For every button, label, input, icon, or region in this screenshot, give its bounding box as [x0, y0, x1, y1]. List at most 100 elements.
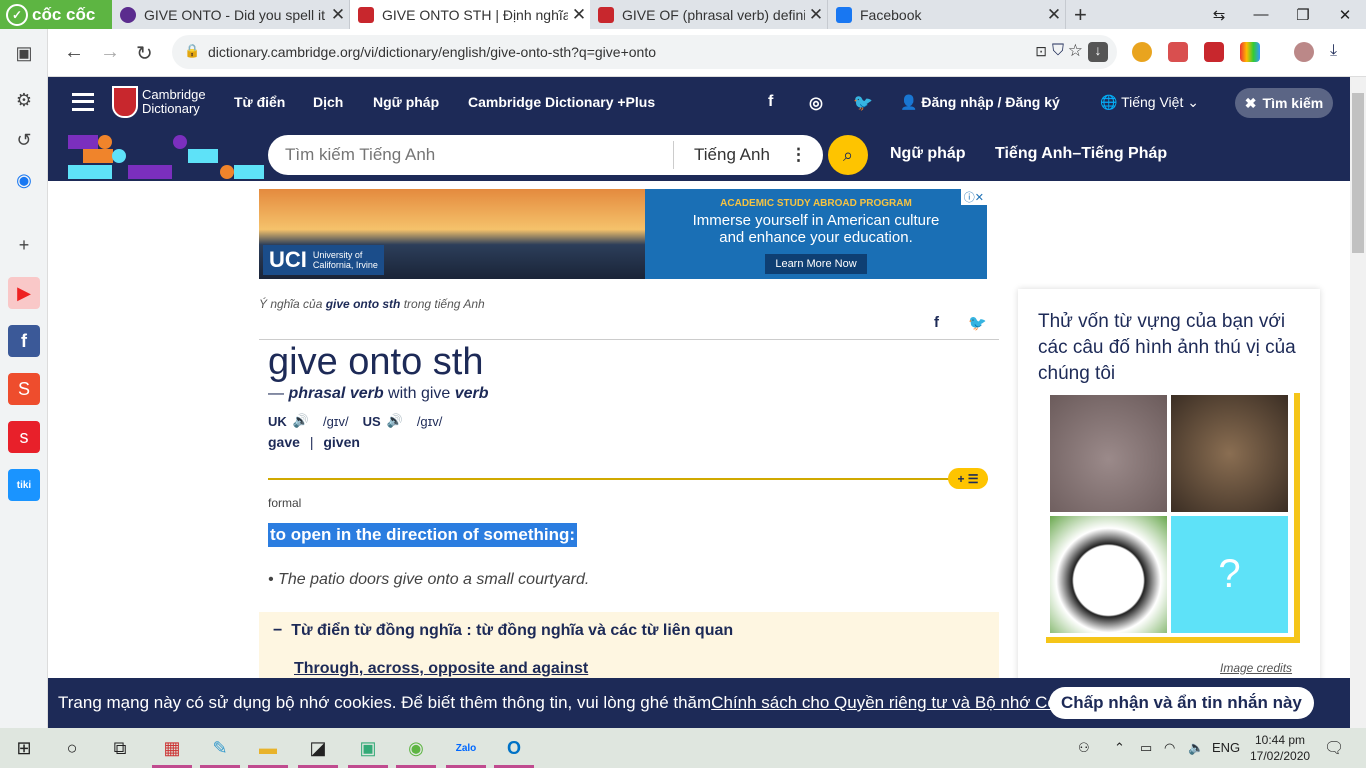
instagram-icon[interactable]: ◎: [809, 93, 823, 113]
url-field[interactable]: 🔒 dictionary.cambridge.org/vi/dictionary…: [172, 35, 1117, 69]
scrollbar-thumb[interactable]: [1352, 93, 1364, 253]
browser-brand[interactable]: ✓ cốc cốc: [0, 0, 112, 29]
facebook-share-icon[interactable]: f: [934, 314, 939, 331]
panda-image[interactable]: [1050, 516, 1167, 633]
hippo-image[interactable]: [1050, 395, 1167, 512]
pos-verb-link[interactable]: verb: [455, 385, 489, 402]
search-language-select[interactable]: Tiếng Anh ⋮: [673, 141, 823, 169]
twitter-share-icon[interactable]: 🐦: [968, 314, 987, 332]
twitter-icon[interactable]: 🐦: [853, 93, 873, 113]
collapse-icon: −: [273, 622, 292, 639]
shield-icon[interactable]: ⛉: [1052, 42, 1072, 62]
tab-menu-icon[interactable]: ⇆: [1198, 0, 1240, 29]
close-search-button[interactable]: ✖ Tìm kiếm: [1235, 88, 1333, 118]
english-french-link[interactable]: Tiếng Anh–Tiếng Pháp: [995, 145, 1167, 163]
close-tab-icon[interactable]: ✕: [568, 5, 590, 25]
people-icon[interactable]: ⚇: [1078, 740, 1090, 756]
tray-chevron-icon[interactable]: ⌃: [1114, 740, 1125, 756]
cookie-text: Trang mạng này có sử dụng bộ nhớ cookies…: [58, 693, 712, 712]
add-to-list-button[interactable]: + ☰: [948, 468, 988, 489]
tab-1[interactable]: GIVE ONTO - Did you spell it ✕: [112, 0, 350, 29]
image-credits-link[interactable]: Image credits: [1220, 661, 1292, 675]
close-window-icon[interactable]: ✕: [1324, 0, 1366, 29]
nav-grammar[interactable]: Ngữ pháp: [373, 94, 439, 110]
extension-1-icon[interactable]: [1132, 42, 1152, 62]
search-circle-icon[interactable]: ○: [58, 734, 86, 762]
new-tab-icon[interactable]: +: [1074, 2, 1087, 28]
pos-label: phrasal verb: [288, 385, 384, 402]
app-1-icon[interactable]: ▦: [158, 734, 186, 762]
settings-icon[interactable]: ⚙: [8, 84, 40, 116]
ad-learn-more-button[interactable]: Learn More Now: [765, 254, 867, 274]
back-icon[interactable]: ←: [64, 41, 84, 64]
us-audio-icon[interactable]: 🔊: [387, 413, 403, 429]
zalo-icon[interactable]: Zalo: [452, 734, 480, 762]
sendo-icon[interactable]: s: [8, 421, 40, 453]
file-explorer-icon[interactable]: ▬: [254, 734, 282, 762]
app-2-icon[interactable]: ✎: [206, 734, 234, 762]
search-input[interactable]: [268, 145, 673, 165]
close-tab-icon[interactable]: ✕: [327, 5, 349, 25]
tiki-icon[interactable]: tiki: [8, 469, 40, 501]
sidebar-toggle-icon[interactable]: ▣: [8, 37, 40, 69]
login-link[interactable]: 👤 Đăng nhập / Đăng ký: [900, 94, 1060, 111]
thesaurus-header[interactable]: − Từ điển từ đồng nghĩa : từ đồng nghĩa …: [273, 622, 733, 640]
thesaurus-link[interactable]: Through, across, opposite and against: [294, 660, 588, 678]
translate-icon[interactable]: ⊡: [1035, 43, 1047, 60]
extension-4-icon[interactable]: [1240, 42, 1260, 62]
app-3-icon[interactable]: ◪: [304, 734, 332, 762]
accept-cookies-button[interactable]: Chấp nhận và ẩn tin nhắn này: [1049, 687, 1314, 719]
seal-image[interactable]: [1171, 395, 1288, 512]
facebook-icon[interactable]: f: [8, 325, 40, 357]
quiz-title: Thử vốn từ vựng của bạn với các câu đố h…: [1038, 311, 1296, 384]
downloads-icon[interactable]: ⤓: [1330, 42, 1350, 62]
uk-audio-icon[interactable]: 🔊: [293, 413, 309, 429]
tab-favicon-icon: [598, 6, 614, 23]
question-mark-icon[interactable]: ?: [1171, 516, 1288, 633]
close-tab-icon[interactable]: ✕: [805, 5, 827, 25]
forward-icon[interactable]: →: [100, 41, 120, 64]
cookie-policy-link[interactable]: Chính sách cho Quyền riêng tư và Bộ nhớ …: [711, 693, 1096, 713]
coccoc-taskbar-icon[interactable]: ◉: [402, 734, 430, 762]
quiz-image-grid[interactable]: ?: [1046, 393, 1300, 643]
nav-translate[interactable]: Dịch: [313, 94, 343, 110]
tab-2-active[interactable]: GIVE ONTO STH | Định nghĩa ✕: [350, 0, 590, 29]
input-language[interactable]: ENG: [1212, 740, 1240, 755]
minimize-icon[interactable]: —: [1240, 0, 1282, 29]
add-app-icon[interactable]: +: [8, 229, 40, 261]
grammar-link[interactable]: Ngữ pháp: [890, 145, 966, 163]
wifi-icon[interactable]: ◠: [1164, 740, 1175, 756]
advertisement-banner[interactable]: UCI University of California, Irvine ACAD…: [259, 189, 987, 279]
windows-start-icon[interactable]: ⊞: [10, 734, 38, 762]
ad-close-icon[interactable]: ⓘ✕: [960, 189, 987, 205]
youtube-icon[interactable]: ▶: [8, 277, 40, 309]
menu-icon[interactable]: [72, 93, 94, 111]
reload-icon[interactable]: ↻: [136, 41, 153, 66]
volume-icon[interactable]: 🔈: [1188, 740, 1204, 756]
app-4-icon[interactable]: ▣: [354, 734, 382, 762]
us-ipa: /ɡɪv/: [416, 413, 443, 429]
system-clock[interactable]: 10:44 pm 17/02/2020: [1250, 732, 1310, 764]
tab-4[interactable]: Facebook ✕: [828, 0, 1066, 29]
language-select[interactable]: 🌐 Tiếng Việt ⌄: [1100, 94, 1199, 111]
tab-3[interactable]: GIVE OF (phrasal verb) definit ✕: [590, 0, 828, 29]
maximize-icon[interactable]: ❐: [1282, 0, 1324, 29]
page-scrollbar[interactable]: [1350, 77, 1366, 728]
battery-icon[interactable]: ▭: [1140, 740, 1152, 756]
nav-plus[interactable]: Cambridge Dictionary +Plus: [468, 94, 655, 110]
messenger-icon[interactable]: ◉: [8, 164, 40, 196]
extension-3-icon[interactable]: [1204, 42, 1224, 62]
close-tab-icon[interactable]: ✕: [1043, 5, 1065, 25]
extension-2-icon[interactable]: [1168, 42, 1188, 62]
history-icon[interactable]: ↺: [8, 124, 40, 156]
search-submit-button[interactable]: ⌕: [828, 135, 868, 175]
site-logo[interactable]: Cambridge Dictionary: [112, 86, 206, 118]
profile-avatar[interactable]: [1294, 42, 1314, 62]
task-view-icon[interactable]: ⧉: [106, 734, 134, 762]
outlook-icon[interactable]: O: [500, 734, 528, 762]
download-icon[interactable]: ↓: [1088, 42, 1108, 62]
shopee-icon[interactable]: S: [8, 373, 40, 405]
nav-dictionary[interactable]: Từ điển: [234, 94, 285, 110]
notifications-icon[interactable]: 🗨: [1324, 738, 1344, 758]
facebook-share-icon[interactable]: f: [768, 93, 773, 111]
